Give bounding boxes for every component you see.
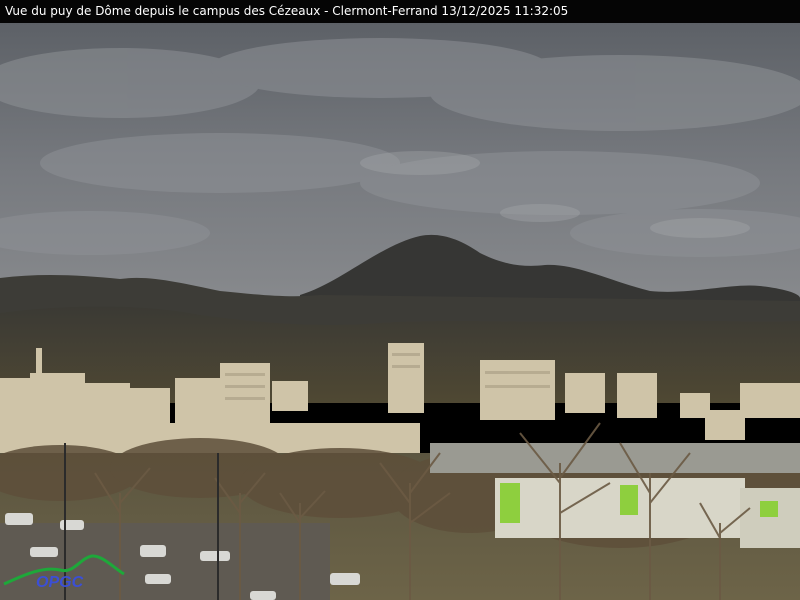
webcam-photo — [0, 23, 800, 600]
logo-text: OPGC — [36, 574, 84, 591]
webcam-caption-text: Vue du puy de Dôme depuis le campus des … — [5, 4, 569, 18]
landscape-illustration — [0, 23, 800, 600]
opgc-logo: OPGC — [2, 548, 127, 593]
opgc-logo-mark: OPGC — [3, 554, 125, 591]
webcam-caption-bar: Vue du puy de Dôme depuis le campus des … — [0, 0, 800, 23]
